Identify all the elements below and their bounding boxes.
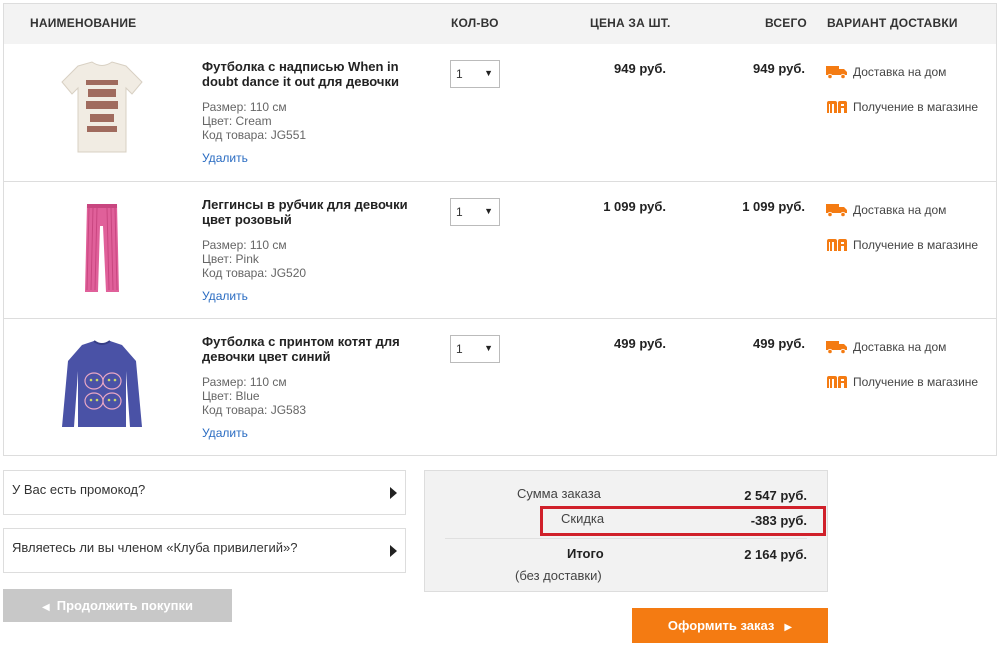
store-logo-icon — [827, 375, 847, 388]
delivery-store-label: Получение в магазине — [853, 99, 979, 114]
cart-table: НАИМЕНОВАНИЕ КОЛ-ВО ЦЕНА ЗА ШТ. ВСЕГО ВА… — [3, 3, 997, 456]
quantity-select[interactable]: 1 ▼ — [450, 198, 500, 226]
dropdown-arrow-icon: ▼ — [484, 343, 493, 353]
delivery-option-store[interactable]: Получение в магазине — [826, 237, 978, 252]
dropdown-arrow-icon: ▼ — [484, 68, 493, 78]
truck-icon — [826, 65, 847, 79]
quantity-select[interactable]: 1 ▼ — [450, 335, 500, 363]
club-membership-panel[interactable]: Являетесь ли вы членом «Клуба привилегий… — [3, 528, 406, 573]
promo-code-panel[interactable]: У Вас есть промокод? — [3, 470, 406, 515]
delivery-option-store[interactable]: Получение в магазине — [826, 99, 978, 114]
line-total: 499 руб. — [753, 336, 805, 351]
quantity-value: 1 — [456, 205, 463, 219]
quantity-value: 1 — [456, 67, 463, 81]
delivery-option-home[interactable]: Доставка на дом — [826, 339, 946, 354]
delivery-option-home[interactable]: Доставка на дом — [826, 202, 946, 217]
delivery-option-home[interactable]: Доставка на дом — [826, 64, 946, 79]
product-size: Размер: 110 см — [202, 100, 287, 114]
quantity-select[interactable]: 1 ▼ — [450, 60, 500, 88]
column-header-name: НАИМЕНОВАНИЕ — [30, 16, 137, 30]
remove-link[interactable]: Удалить — [202, 426, 248, 440]
product-meta: Размер: 110 см Цвет: Pink Код товара: JG… — [202, 238, 306, 280]
store-logo-icon — [827, 238, 847, 251]
line-total: 1 099 руб. — [742, 199, 805, 214]
dropdown-arrow-icon: ▼ — [484, 206, 493, 216]
delivery-home-label: Доставка на дом — [853, 339, 947, 354]
total-note: (без доставки) — [515, 568, 602, 583]
column-header-total: ВСЕГО — [765, 16, 807, 30]
order-sum-value: 2 547 руб. — [744, 488, 807, 503]
delivery-home-label: Доставка на дом — [853, 202, 947, 217]
product-color: Цвет: Cream — [202, 114, 272, 128]
cream-tshirt-image — [61, 61, 143, 153]
product-title: Футболка с надписью When in doubt dance … — [202, 59, 399, 89]
column-header-qty: КОЛ-ВО — [451, 16, 499, 30]
product-code: Код товара: JG520 — [202, 266, 307, 280]
line-total: 949 руб. — [753, 61, 805, 76]
total-label: Итого — [567, 546, 604, 561]
cart-row: Футболка с надписью When in doubt dance … — [4, 44, 996, 181]
order-sum-label: Сумма заказа — [517, 486, 601, 501]
column-header-delivery: ВАРИАНТ ДОСТАВКИ — [827, 16, 958, 30]
expand-arrow-icon — [390, 545, 397, 557]
product-meta: Размер: 110 см Цвет: Blue Код товара: JG… — [202, 375, 306, 417]
product-color: Цвет: Blue — [202, 389, 260, 403]
chevron-left-icon: ◀ — [42, 602, 50, 613]
column-header-price: ЦЕНА ЗА ШТ. — [590, 16, 671, 30]
unit-price: 499 руб. — [614, 336, 666, 351]
remove-link[interactable]: Удалить — [202, 151, 248, 165]
continue-shopping-label: Продолжить покупки — [56, 598, 193, 613]
expand-arrow-icon — [390, 487, 397, 499]
delivery-store-label: Получение в магазине — [853, 374, 979, 389]
delivery-store-label: Получение в магазине — [853, 237, 979, 252]
promo-code-label: У Вас есть промокод? — [12, 482, 146, 497]
chevron-right-icon: ▶ — [784, 622, 793, 633]
total-value: 2 164 руб. — [744, 547, 807, 562]
product-title: Футболка с принтом котят для девочки цве… — [202, 334, 400, 364]
product-color: Цвет: Pink — [202, 252, 259, 266]
cart-row: Футболка с принтом котят для девочки цве… — [4, 318, 996, 455]
delivery-option-store[interactable]: Получение в магазине — [826, 374, 978, 389]
product-size: Размер: 110 см — [202, 375, 287, 389]
unit-price: 1 099 руб. — [603, 199, 666, 214]
product-meta: Размер: 110 см Цвет: Cream Код товара: J… — [202, 100, 306, 142]
blue-longsleeve-image — [62, 340, 142, 427]
delivery-home-label: Доставка на дом — [853, 64, 947, 79]
remove-link[interactable]: Удалить — [202, 289, 248, 303]
continue-shopping-button[interactable]: ◀ Продолжить покупки — [3, 589, 232, 622]
product-size: Размер: 110 см — [202, 238, 287, 252]
pink-leggings-image — [85, 204, 119, 292]
club-membership-label: Являетесь ли вы членом «Клуба привилегий… — [12, 540, 298, 555]
quantity-value: 1 — [456, 342, 463, 356]
product-code: Код товара: JG583 — [202, 403, 307, 417]
discount-highlight-frame — [540, 506, 826, 536]
summary-divider — [445, 538, 807, 539]
cart-row: Леггинсы в рубчик для девочки цвет розов… — [4, 181, 996, 318]
cart-header: НАИМЕНОВАНИЕ КОЛ-ВО ЦЕНА ЗА ШТ. ВСЕГО ВА… — [4, 4, 996, 44]
checkout-label: Оформить заказ — [667, 618, 775, 633]
unit-price: 949 руб. — [614, 61, 666, 76]
checkout-button[interactable]: Оформить заказ ▶ — [632, 608, 828, 643]
truck-icon — [826, 340, 847, 354]
truck-icon — [826, 203, 847, 217]
store-logo-icon — [827, 100, 847, 113]
product-code: Код товара: JG551 — [202, 128, 307, 142]
product-title: Леггинсы в рубчик для девочки цвет розов… — [202, 197, 408, 227]
